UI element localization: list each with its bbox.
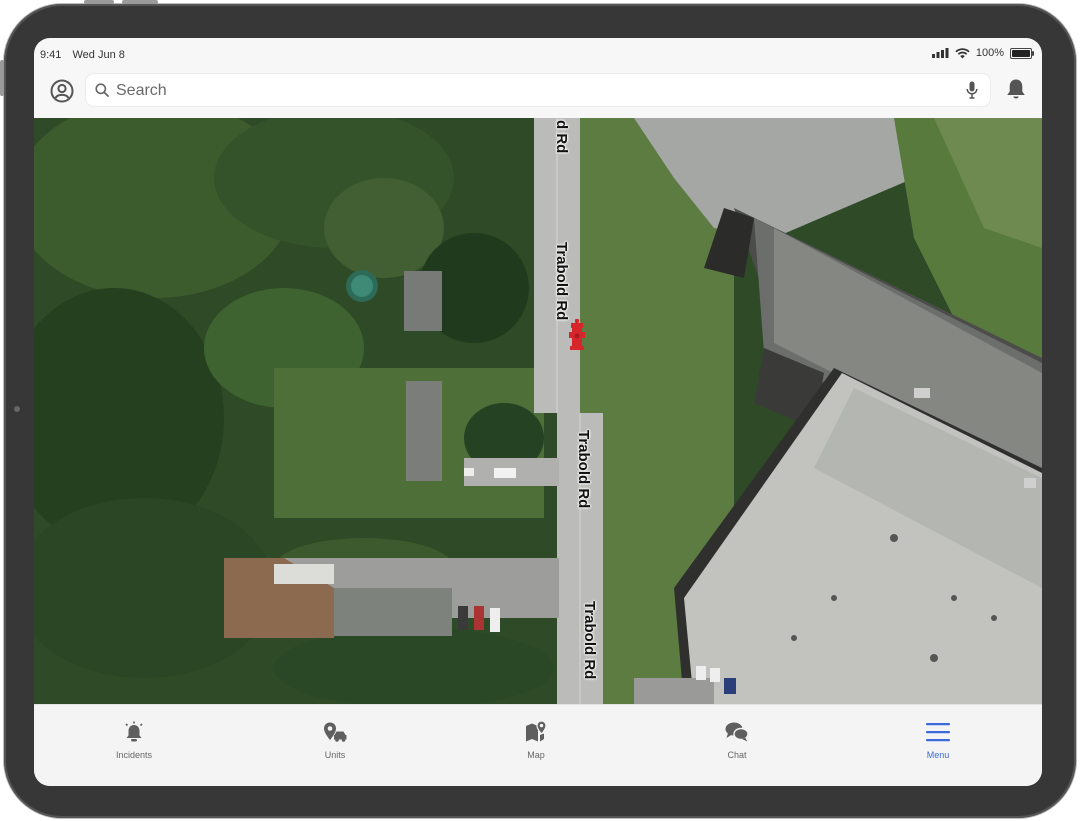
search-bar[interactable] (86, 74, 990, 106)
battery-icon (1010, 47, 1034, 59)
account-avatar-icon[interactable] (50, 79, 74, 103)
fire-hydrant-icon[interactable] (568, 319, 586, 351)
search-input[interactable] (114, 78, 938, 104)
tab-chat[interactable]: Chat (677, 719, 797, 760)
tab-menu[interactable]: Menu (878, 719, 998, 760)
road-label: d Rd (553, 120, 570, 154)
side-hardware-button (0, 60, 4, 96)
status-date: Wed Jun 8 (72, 49, 125, 61)
hamburger-menu-icon (926, 723, 950, 742)
search-row (34, 72, 1042, 118)
chat-bubbles-icon (725, 722, 749, 742)
top-hardware-button (122, 0, 158, 4)
notification-bell-icon[interactable] (1006, 78, 1026, 100)
top-hardware-button (84, 0, 114, 4)
tab-label: Units (324, 750, 346, 760)
status-bar: 9:41 Wed Jun 8 100% (34, 38, 1042, 72)
wifi-icon (955, 47, 970, 58)
tab-incidents[interactable]: Incidents (74, 719, 194, 760)
tab-label: Chat (727, 750, 747, 760)
road-label: Trabold Rd (575, 430, 592, 509)
battery-percentage: 100% (975, 47, 1004, 59)
tab-label: Map (527, 750, 545, 760)
map-icon (526, 720, 547, 742)
tab-label: Incidents (115, 750, 153, 760)
front-camera (14, 406, 20, 412)
tab-map[interactable]: Map (476, 719, 596, 760)
satellite-imagery[interactable] (34, 118, 1042, 704)
road-label: Trabold Rd (581, 601, 598, 680)
status-time: 9:41 (40, 49, 62, 61)
units-map-pin-icon (324, 722, 347, 742)
alarm-bell-icon (125, 721, 143, 742)
screen: 9:41 Wed Jun 8 100% Search d Rd Trabold … (34, 38, 1042, 786)
cellular-signal-icon (931, 48, 949, 58)
map-view[interactable]: d Rd Trabold Rd Trabold Rd Trabold Rd (34, 118, 1042, 704)
bottom-tab-bar: Incidents Units Map Chat Menu (34, 704, 1042, 786)
tab-units[interactable]: Units (275, 719, 395, 760)
road-label: Trabold Rd (553, 242, 570, 321)
search-icon (95, 83, 109, 97)
tab-label: Menu (926, 750, 950, 760)
microphone-icon[interactable] (966, 81, 978, 99)
